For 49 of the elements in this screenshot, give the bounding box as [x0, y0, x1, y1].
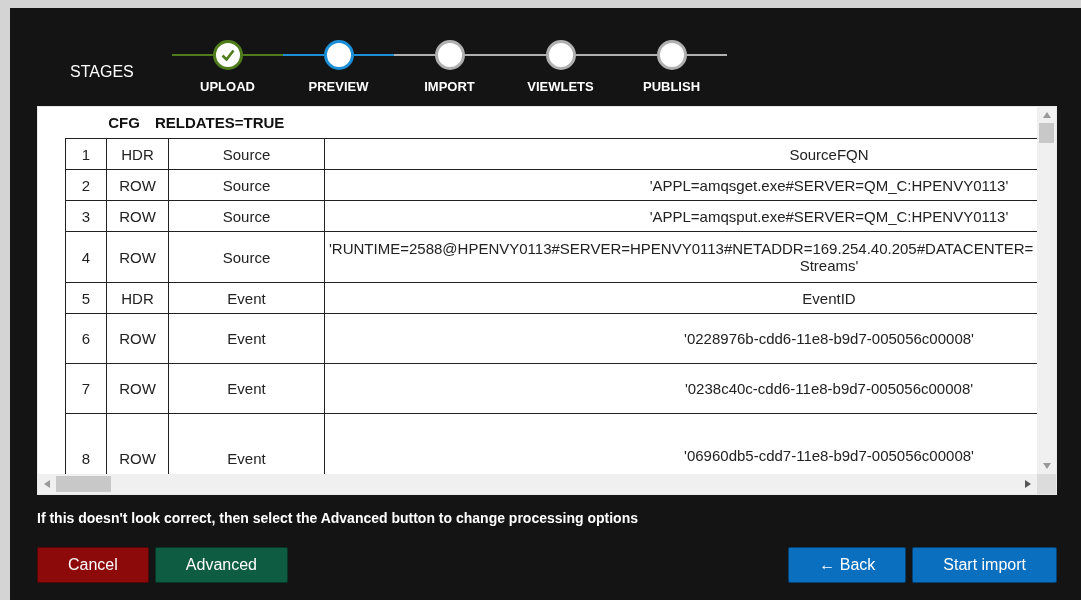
table-cell: ROW	[106, 231, 169, 283]
table-cell: 3	[65, 200, 107, 232]
action-button[interactable]: Advanced	[154, 547, 288, 583]
table-cell: SourceFQN	[324, 138, 1037, 170]
table-cell: Source	[168, 231, 325, 283]
table-cell: 6	[65, 313, 107, 364]
scroll-right-icon[interactable]	[1025, 480, 1031, 488]
vertical-scrollbar[interactable]	[1037, 107, 1056, 474]
check-icon	[220, 49, 235, 61]
table-cell: ROW	[106, 200, 169, 232]
table-cell: ROW	[106, 169, 169, 201]
table-cell: HDR	[106, 282, 169, 314]
action-button[interactable]: ← Back	[788, 547, 907, 583]
stage-circle[interactable]	[434, 40, 465, 70]
stage-circle[interactable]	[323, 40, 354, 70]
table-cell: 5	[65, 282, 107, 314]
scrollbar-thumb[interactable]	[56, 476, 111, 492]
stage-label: VIEWLETS	[527, 79, 594, 94]
table-cell: ROW	[106, 363, 169, 414]
table-cell: HDR	[106, 138, 169, 170]
table-cell: 1	[65, 138, 107, 170]
table-cell: Event	[168, 313, 325, 364]
action-button[interactable]: Start import	[912, 547, 1057, 583]
table-cell: Source	[168, 169, 325, 201]
stage-circle[interactable]	[212, 40, 243, 70]
scroll-down-icon[interactable]	[1042, 463, 1051, 469]
table-cell: ROW	[106, 313, 169, 364]
stage-circle[interactable]	[656, 40, 687, 70]
stage-label: PREVIEW	[308, 79, 369, 94]
table-cell: Event	[168, 363, 325, 414]
stages-label: STAGES	[70, 63, 135, 81]
horizontal-scrollbar[interactable]	[38, 474, 1037, 494]
scroll-up-icon[interactable]	[1042, 112, 1051, 118]
stage-label: IMPORT	[424, 79, 475, 94]
table-cell: Source	[168, 200, 325, 232]
table-cell: 2	[65, 169, 107, 201]
stage-circle[interactable]	[545, 40, 576, 70]
table-cell: 7	[65, 363, 107, 414]
scroll-left-icon[interactable]	[44, 480, 50, 488]
table-cell: Source	[168, 138, 325, 170]
table-cell: Event	[168, 282, 325, 314]
table-cell: 4	[65, 231, 107, 283]
action-button[interactable]: Cancel	[37, 547, 149, 583]
stage-label: UPLOAD	[200, 79, 255, 94]
hint-message: If this doesn't look correct, then select the Advanced button to change processing options	[37, 510, 639, 526]
config-value: RELDATES=TRUE	[155, 114, 285, 131]
stage-label: PUBLISH	[642, 79, 701, 94]
scrollbar-thumb[interactable]	[1039, 123, 1054, 143]
config-key: CFG	[97, 114, 151, 131]
